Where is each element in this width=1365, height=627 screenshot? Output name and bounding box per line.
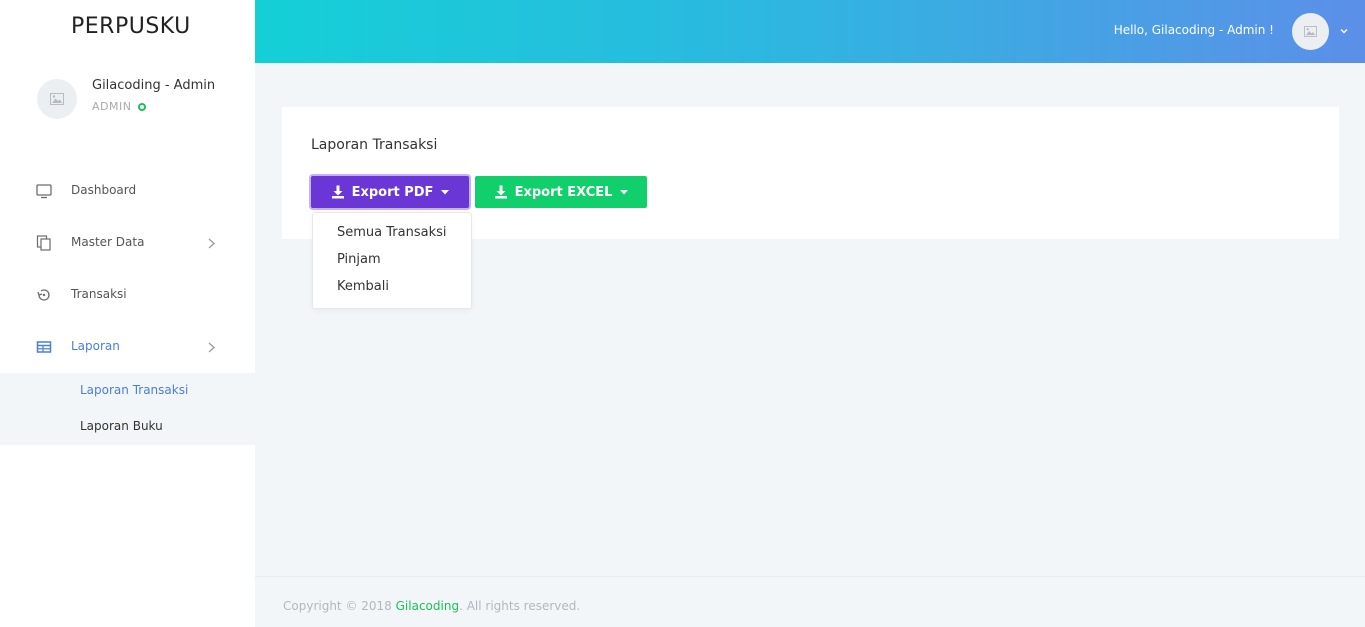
caret-down-icon bbox=[441, 188, 450, 196]
sidebar-profile: Gilacoding - Admin ADMIN bbox=[37, 78, 257, 122]
sidebar-item-transaksi[interactable]: Transaksi bbox=[0, 277, 255, 313]
monitor-icon bbox=[36, 183, 52, 199]
sidebar-item-laporan[interactable]: Laporan bbox=[0, 329, 255, 365]
dropdown-item-pinjam[interactable]: Pinjam bbox=[337, 252, 381, 267]
caret-down-icon bbox=[620, 188, 629, 196]
online-status-icon bbox=[138, 102, 147, 111]
export-pdf-dropdown: Semua Transaksi Pinjam Kembali bbox=[312, 212, 472, 309]
sidebar-item-dashboard[interactable]: Dashboard bbox=[0, 173, 255, 209]
profile-role-label: ADMIN bbox=[92, 100, 132, 113]
user-greeting: Hello, Gilacoding - Admin ! bbox=[1113, 23, 1274, 37]
avatar bbox=[37, 79, 77, 119]
profile-name: Gilacoding - Admin bbox=[92, 78, 216, 93]
copyright-prefix: Copyright © 2018 bbox=[283, 599, 396, 613]
chevron-right-icon bbox=[205, 339, 217, 355]
history-icon bbox=[36, 287, 52, 303]
sidebar-item-label: Laporan bbox=[71, 339, 120, 353]
card-title: Laporan Transaksi bbox=[311, 137, 438, 153]
table-icon bbox=[36, 339, 52, 355]
export-excel-label: Export EXCEL bbox=[514, 184, 613, 200]
topbar: Hello, Gilacoding - Admin ! bbox=[255, 0, 1365, 63]
sidebar: PERPUSKU Gilacoding - Admin ADMIN Dashbo… bbox=[0, 0, 255, 627]
chevron-down-icon[interactable] bbox=[1339, 24, 1349, 38]
submenu-item-laporan-transaksi[interactable]: Laporan Transaksi bbox=[80, 383, 188, 397]
export-pdf-label: Export PDF bbox=[351, 184, 434, 200]
export-pdf-button[interactable]: Export PDF bbox=[311, 176, 469, 208]
sidebar-item-label: Transaksi bbox=[71, 287, 127, 301]
submenu-item-laporan-buku[interactable]: Laporan Buku bbox=[80, 419, 163, 433]
image-placeholder-icon bbox=[1304, 26, 1317, 37]
copy-icon bbox=[36, 235, 52, 251]
brand-logo[interactable]: PERPUSKU bbox=[71, 14, 191, 39]
user-avatar-button[interactable] bbox=[1292, 13, 1329, 50]
copyright-suffix: . All rights reserved. bbox=[459, 599, 581, 613]
sidebar-item-master-data[interactable]: Master Data bbox=[0, 225, 255, 261]
download-icon bbox=[494, 185, 508, 199]
image-placeholder-icon bbox=[50, 93, 64, 105]
footer: Copyright © 2018 Gilacoding. All rights … bbox=[255, 576, 1365, 627]
sidebar-item-label: Master Data bbox=[71, 235, 145, 249]
export-excel-button[interactable]: Export EXCEL bbox=[475, 176, 647, 208]
dropdown-item-semua-transaksi[interactable]: Semua Transaksi bbox=[337, 225, 446, 240]
dropdown-item-kembali[interactable]: Kembali bbox=[337, 279, 389, 294]
copyright-text: Copyright © 2018 Gilacoding. All rights … bbox=[283, 599, 580, 613]
profile-role: ADMIN bbox=[92, 100, 147, 113]
footer-link[interactable]: Gilacoding bbox=[396, 599, 459, 613]
laporan-submenu: Laporan Transaksi Laporan Buku bbox=[0, 373, 255, 445]
chevron-right-icon bbox=[205, 235, 217, 251]
download-icon bbox=[331, 185, 345, 199]
sidebar-item-label: Dashboard bbox=[71, 183, 137, 197]
